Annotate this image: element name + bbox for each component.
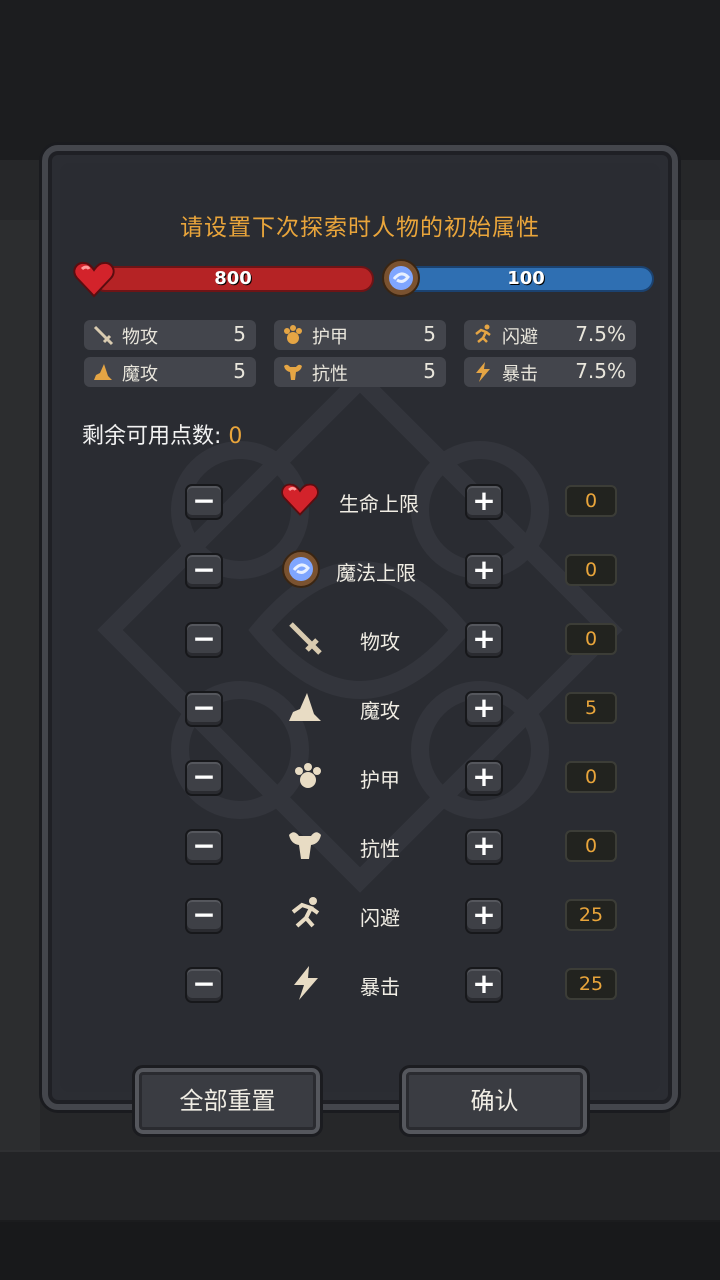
row-label: 暴击 (360, 975, 400, 999)
mana-orb-icon (382, 259, 420, 297)
increase-button[interactable]: + (465, 760, 503, 796)
allocation-row-resist: − 抗性 + 0 (0, 829, 720, 869)
stat-chip-phys-attack: 物攻 5 (84, 320, 256, 350)
increase-button[interactable]: + (465, 622, 503, 658)
decrease-button[interactable]: − (185, 760, 223, 796)
stat-chip-armor: 护甲 5 (274, 320, 446, 350)
decrease-button[interactable]: − (185, 622, 223, 658)
stat-value: 5 (423, 359, 436, 383)
decrease-button[interactable]: − (185, 553, 223, 589)
allocation-row-phys-attack: − 物攻 + 0 (0, 622, 720, 662)
page-title: 请设置下次探索时人物的初始属性 (180, 215, 540, 241)
stat-value: 5 (423, 322, 436, 346)
decrease-button[interactable]: − (185, 691, 223, 727)
row-label: 物攻 (360, 630, 400, 654)
stat-chip-resist: 抗性 5 (274, 357, 446, 387)
hp-value: 800 (214, 268, 252, 289)
allocation-row-dodge: − 闪避 + 25 (0, 897, 720, 938)
stat-chip-dodge: 闪避 7.5% (464, 320, 636, 350)
mana-orb-icon (282, 550, 320, 588)
paw-armor-icon (284, 325, 302, 344)
allocation-value: 0 (565, 830, 617, 862)
row-label: 闪避 (360, 906, 400, 930)
increase-button[interactable]: + (465, 553, 503, 589)
lightning-icon (476, 362, 490, 382)
increase-button[interactable]: + (465, 829, 503, 865)
hp-bar: 800 (92, 266, 374, 292)
remaining-label: 剩余可用点数: (82, 424, 222, 449)
background-floor (0, 1150, 720, 1220)
stat-value: 5 (233, 322, 246, 346)
stat-chip-magic-attack: 魔攻 5 (84, 357, 256, 387)
heart-icon (281, 483, 319, 516)
stat-value: 7.5% (575, 359, 626, 383)
running-man-icon (291, 897, 320, 928)
increase-button[interactable]: + (465, 484, 503, 520)
allocation-row-armor: − 护甲 + 0 (0, 760, 720, 800)
row-label: 护甲 (360, 768, 400, 792)
increase-button[interactable]: + (465, 691, 503, 727)
allocation-row-max-hp: − 生命上限 + 0 (0, 483, 720, 524)
stat-label: 物攻 (122, 327, 158, 348)
allocation-row-magic-attack: − 魔攻 + 5 (0, 691, 720, 731)
allocation-value: 25 (565, 968, 617, 1000)
background-floor-lower (0, 1222, 720, 1280)
muscle-icon (289, 832, 321, 859)
remaining-value: 0 (228, 424, 243, 449)
confirm-button[interactable]: 确认 (399, 1065, 590, 1137)
row-label: 魔法上限 (336, 561, 416, 585)
row-label: 抗性 (360, 837, 400, 861)
allocation-row-crit: − 暴击 + 25 (0, 966, 720, 1007)
decrease-button[interactable]: − (185, 829, 223, 865)
heart-icon (73, 261, 115, 298)
decrease-button[interactable]: − (185, 898, 223, 934)
stat-label: 魔攻 (122, 364, 158, 385)
allocation-value: 25 (565, 899, 617, 931)
stat-label: 闪避 (502, 327, 538, 348)
increase-button[interactable]: + (465, 898, 503, 934)
decrease-button[interactable]: − (185, 484, 223, 520)
mp-bar: 100 (398, 266, 654, 292)
running-man-icon (475, 324, 491, 343)
lightning-icon (294, 966, 318, 1000)
allocation-row-max-mp: − 魔法上限 + 0 (0, 550, 720, 593)
row-label: 生命上限 (339, 492, 419, 516)
allocation-value: 0 (565, 485, 617, 517)
remaining-points: 剩余可用点数: 0 (82, 418, 242, 450)
muscle-icon (284, 364, 302, 380)
background-wall-left (0, 220, 40, 1160)
wizard-hat-icon (94, 364, 112, 380)
stat-value: 5 (233, 359, 246, 383)
allocation-value: 0 (565, 761, 617, 793)
paw-armor-icon (295, 763, 321, 788)
allocation-value: 5 (565, 692, 617, 724)
reset-all-button[interactable]: 全部重置 (132, 1065, 323, 1137)
row-label: 魔攻 (360, 699, 400, 723)
stat-label: 抗性 (312, 364, 348, 385)
allocation-value: 0 (565, 554, 617, 586)
mp-value: 100 (507, 268, 545, 289)
increase-button[interactable]: + (465, 967, 503, 1003)
allocation-value: 0 (565, 623, 617, 655)
decrease-button[interactable]: − (185, 967, 223, 1003)
stat-chip-crit: 暴击 7.5% (464, 357, 636, 387)
stat-label: 护甲 (312, 327, 348, 348)
wizard-hat-icon (289, 693, 321, 721)
sword-icon (93, 325, 114, 346)
stat-label: 暴击 (502, 364, 538, 385)
sword-icon (289, 622, 322, 655)
stat-value: 7.5% (575, 322, 626, 346)
